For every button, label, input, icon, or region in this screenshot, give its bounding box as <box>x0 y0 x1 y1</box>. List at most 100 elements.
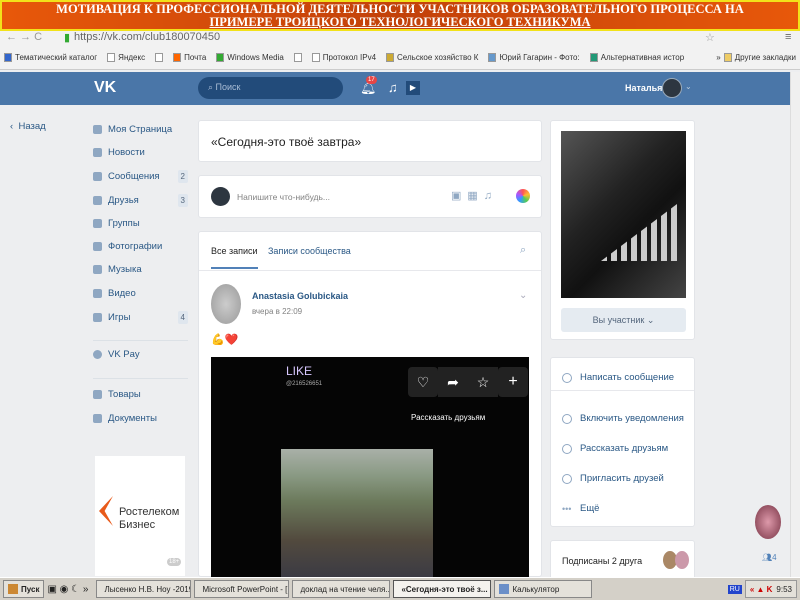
heart-icon[interactable]: ♡ <box>408 367 438 397</box>
taskbar-item[interactable]: Калькулятор <box>494 580 593 598</box>
cover-chart-graphic <box>601 201 681 261</box>
member-button[interactable]: Вы участник ⌄ <box>561 308 686 332</box>
post-composer[interactable]: Напишите что-нибудь... ▣▦♫ <box>198 175 542 218</box>
video-frame <box>281 449 433 578</box>
start-label: Пуск <box>21 584 40 594</box>
group-title-card: «Сегодня-это твоё завтра» <box>198 120 542 162</box>
avatar[interactable] <box>662 78 682 98</box>
star-icon[interactable]: ☆ <box>468 367 498 397</box>
start-button[interactable]: Пуск <box>3 580 45 598</box>
clock[interactable]: 9:53 <box>776 585 792 594</box>
taskbar-label: «Сегодня-это твоё з... <box>401 584 488 594</box>
chevron-down-icon[interactable]: ⌄ <box>519 290 527 301</box>
post-video[interactable]: LIKE @216526651 ♡ ➦ ☆ + Рассказать друзь… <box>211 357 529 578</box>
video-icon <box>93 289 102 298</box>
chat-avatar[interactable] <box>755 505 781 539</box>
search-input[interactable]: ⌕ Поиск <box>198 77 343 99</box>
bag-icon <box>93 390 102 399</box>
back-link[interactable]: ‹ Назад <box>10 121 46 132</box>
back-label: Назад <box>18 121 46 132</box>
user-name[interactable]: Наталья <box>625 83 662 93</box>
post-time[interactable]: вчера в 22:09 <box>252 307 302 316</box>
plus-icon[interactable]: + <box>498 367 528 397</box>
tray-icons[interactable]: « ▲ K <box>750 585 773 594</box>
bookmark[interactable]: Альтернативная истор <box>589 53 685 62</box>
friend-avatar[interactable] <box>675 551 689 569</box>
divider <box>551 390 694 391</box>
nav-label: Музыка <box>108 264 142 275</box>
sidebar-item-messages[interactable]: Сообщения 2 <box>93 170 188 183</box>
sidebar-item-docs[interactable]: Документы <box>93 413 188 424</box>
bookmark[interactable]: Яндекс <box>107 53 145 62</box>
more-button[interactable]: ••• Ещё <box>562 503 599 514</box>
music-icon <box>93 265 102 274</box>
quick-launch-icons[interactable]: ▣ ◉ ☾ » <box>47 584 93 595</box>
bookmark-label: Тематический каталог <box>15 53 98 62</box>
send-message-button[interactable]: Написать сообщение <box>562 372 674 383</box>
share-icon <box>562 443 572 454</box>
bookmark[interactable]: Юрий Гагарин - Фото: <box>488 53 580 62</box>
sidebar-item-goods[interactable]: Товары <box>93 389 188 400</box>
enable-notifications-button[interactable]: Включить уведомления <box>562 413 684 424</box>
sidebar-item-my-page[interactable]: Моя Страница <box>93 124 188 135</box>
tab-community-posts[interactable]: Записи сообщества <box>268 246 351 256</box>
bookmark[interactable]: Windows Media <box>216 53 284 62</box>
bookmark[interactable]: Протокол IPv4 <box>311 53 376 62</box>
music-icon[interactable]: ♫ <box>388 80 398 95</box>
tab-all-posts[interactable]: Все записи <box>211 246 258 269</box>
nav-label: VK Pay <box>108 349 140 360</box>
back-forward-reload-icons[interactable]: ← → C <box>6 31 42 43</box>
address-bar[interactable]: ← → C ▮ https://vk.com/club180070450 ☆ ≡ <box>0 31 800 46</box>
sidebar-item-video[interactable]: Видео <box>93 288 188 299</box>
author-avatar[interactable] <box>211 284 241 324</box>
bookmark[interactable]: Сельское хозяйство К <box>386 53 478 62</box>
search-icon[interactable]: ⌕ <box>520 244 526 257</box>
taskbar-item[interactable]: Лысенко Н.В. Ноу -2019 <box>96 580 192 598</box>
sidebar-item-games[interactable]: Игры 4 <box>93 311 188 324</box>
more-icon: ••• <box>562 503 572 514</box>
sidebar-item-friends[interactable]: Друзья 3 <box>93 194 188 207</box>
taskbar-item-active[interactable]: «Сегодня-это твоё з... <box>393 580 492 598</box>
invite-friends-button[interactable]: Пригласить друзей <box>562 473 664 484</box>
sidebar-item-music[interactable]: Музыка <box>93 264 188 275</box>
bookmark[interactable] <box>155 53 164 62</box>
other-bookmarks[interactable]: » Другие закладки <box>716 53 796 62</box>
bookmark[interactable]: Тематический каталог <box>4 53 97 62</box>
friends-card[interactable]: Подписаны 2 друга <box>550 540 695 580</box>
sidebar-item-groups[interactable]: Группы <box>93 218 188 229</box>
page-icon <box>311 53 320 62</box>
language-indicator[interactable]: RU <box>727 584 742 594</box>
scrollbar[interactable] <box>790 72 800 577</box>
bookmark[interactable]: Почта <box>173 53 206 62</box>
member-label: Вы участник <box>592 315 645 325</box>
mail-icon <box>173 53 182 62</box>
chat-count[interactable]: 👥︎4 <box>762 553 777 562</box>
bookmark-label: Почта <box>184 53 207 62</box>
home-icon <box>93 125 102 134</box>
menu-icon[interactable]: ≡ <box>785 31 791 43</box>
play-icon[interactable]: ▶ <box>406 81 420 95</box>
sidebar-item-vkpay[interactable]: VK Pay <box>93 349 188 360</box>
taskbar-item[interactable]: Microsoft PowerPoint - [... <box>194 580 290 598</box>
post-author[interactable]: Anastasia Golubickaia <box>252 291 348 301</box>
vk-logo[interactable]: VK <box>94 79 116 97</box>
news-icon <box>93 148 102 157</box>
group-cover-image[interactable] <box>561 131 686 298</box>
sidebar-item-news[interactable]: Новости <box>93 147 188 158</box>
ad-banner[interactable]: Ростелеком Бизнес 18+ <box>95 456 185 576</box>
sidebar-item-photos[interactable]: Фотографии <box>93 241 188 252</box>
url-text[interactable]: https://vk.com/club180070450 <box>74 31 220 43</box>
taskbar-item[interactable]: доклад на чтение челя... <box>292 580 391 598</box>
ad-brand: Ростелеком <box>119 506 180 518</box>
prisma-icon[interactable] <box>516 189 530 203</box>
bookmark[interactable] <box>293 53 302 62</box>
message-icon <box>562 372 572 383</box>
bookmark-label: Альтернативная истор <box>600 53 685 62</box>
bookmark-icon <box>386 53 395 62</box>
attach-icons[interactable]: ▣▦♫ <box>451 189 498 202</box>
star-icon[interactable]: ☆ <box>705 31 715 44</box>
post-input-placeholder[interactable]: Напишите что-нибудь... <box>237 192 330 202</box>
tell-friends-button[interactable]: Рассказать друзьям <box>562 443 668 454</box>
share-icon[interactable]: ➦ <box>438 367 468 397</box>
chevron-down-icon[interactable]: ⌄ <box>685 82 692 91</box>
